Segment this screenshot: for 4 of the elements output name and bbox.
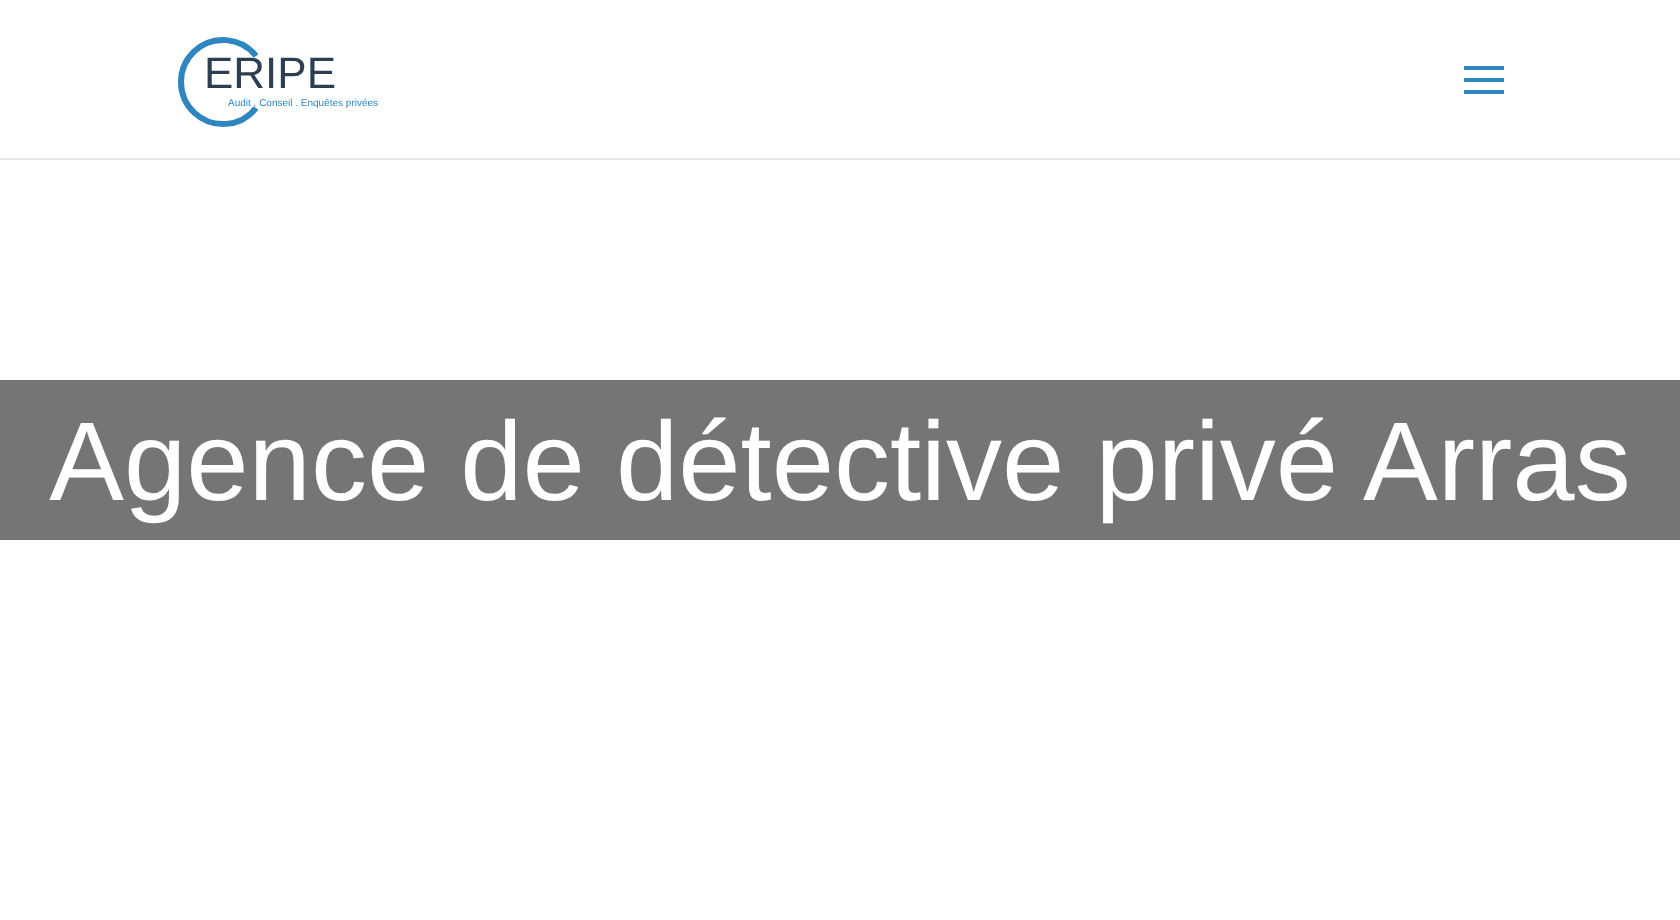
menu-icon: [1464, 63, 1504, 95]
menu-button[interactable]: [1464, 63, 1504, 95]
logo-wordmark: ERIPE: [204, 49, 339, 97]
hero-title: Agence de détective privé Arras: [49, 395, 1631, 525]
